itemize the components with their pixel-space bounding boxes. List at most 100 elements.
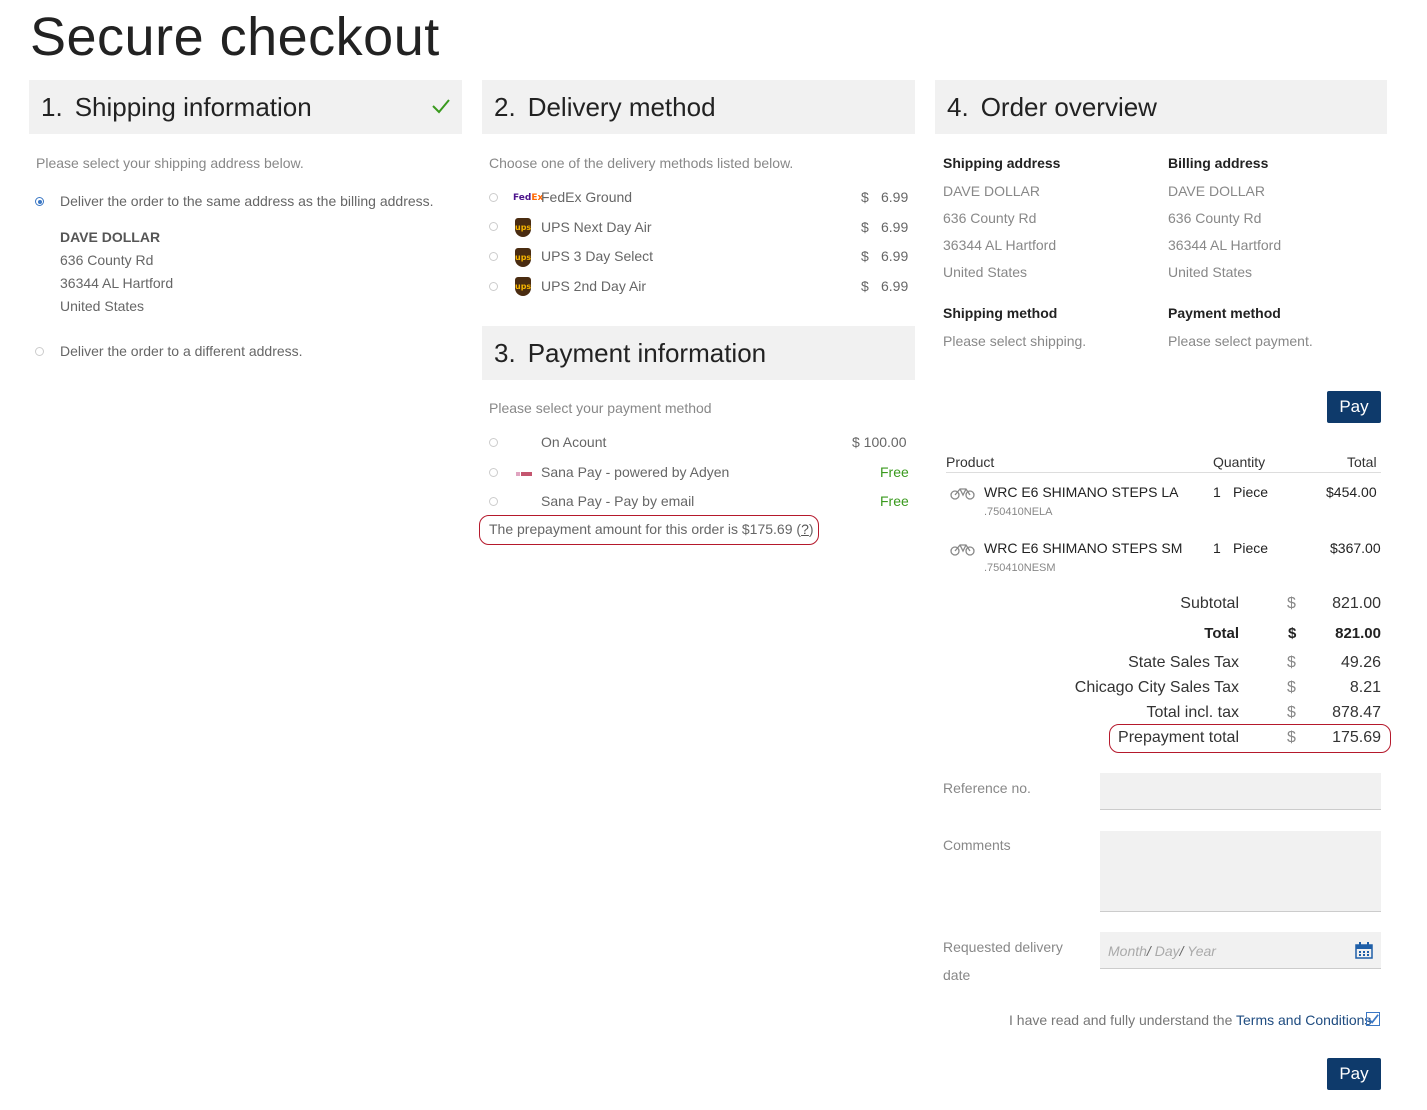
shipping-section-header: 1. Shipping information — [29, 80, 462, 134]
page-title: Secure checkout — [30, 7, 440, 67]
address-country: United States — [60, 298, 145, 314]
overview-shipping-address: DAVE DOLLAR 636 County Rd 36344 AL Hartf… — [943, 183, 1056, 280]
product-name[interactable]: WRC E6 SHIMANO STEPS LA — [984, 484, 1178, 500]
date-separator: / — [1179, 943, 1184, 959]
shipping-method-value: Please select shipping. — [943, 333, 1087, 349]
delivery-intro: Choose one of the delivery methods liste… — [489, 155, 794, 171]
address-street: 636 County Rd — [60, 252, 154, 268]
address-country: United States — [943, 264, 1028, 280]
terms-prefix: I have read and fully understand the — [1009, 1012, 1237, 1028]
payment-price: $ 100.00 — [852, 434, 907, 450]
delivery-currency: $ — [861, 189, 869, 205]
product-column-header: Product — [946, 454, 995, 470]
same-address-label[interactable]: Deliver the order to the same address as… — [60, 193, 434, 209]
comments-label: Comments — [943, 837, 1011, 853]
different-address-radio[interactable] — [35, 347, 44, 356]
payment-label[interactable]: Sana Pay - Pay by email — [541, 493, 694, 509]
total-column-header: Total — [1347, 454, 1377, 470]
product-sku: .750410NESM — [984, 562, 1056, 574]
payment-label[interactable]: On Acount — [541, 434, 606, 450]
delivery-radio-ups-next-day[interactable] — [489, 222, 498, 231]
payment-method-value: Please select payment. — [1168, 333, 1313, 349]
pay-button-top[interactable]: Pay — [1327, 391, 1381, 423]
address-name: DAVE DOLLAR — [60, 229, 161, 245]
delivery-radio-ups-3-day[interactable] — [489, 252, 498, 261]
payment-intro: Please select your payment method — [489, 400, 712, 416]
prepayment-note-text: The prepayment amount for this order is … — [489, 521, 802, 537]
date-placeholder: Month/ Day/ Year — [1108, 943, 1216, 959]
product-quantity: 1 — [1213, 484, 1221, 500]
product-total: $367.00 — [1330, 540, 1381, 556]
day-placeholder: Day — [1154, 943, 1180, 959]
address-city: 36344 AL Hartford — [1168, 237, 1282, 253]
payment-method-heading: Payment method — [1168, 305, 1281, 321]
address-name: DAVE DOLLAR — [1168, 183, 1265, 199]
check-icon — [432, 99, 450, 114]
table-divider — [946, 472, 1381, 473]
delivery-date-label: Requested delivery — [943, 939, 1063, 955]
product-total: $454.00 — [1326, 484, 1377, 500]
terms-checkbox[interactable] — [1366, 1012, 1380, 1026]
address-city: 36344 AL Hartford — [943, 237, 1057, 253]
delivery-price: 6.99 — [881, 278, 909, 294]
terms-link[interactable]: Terms and Conditions — [1236, 1012, 1371, 1028]
ups-icon: ups — [515, 218, 531, 237]
different-address-label[interactable]: Deliver the order to a different address… — [60, 343, 303, 359]
section-title: Payment information — [527, 337, 767, 368]
delivery-radio-fedex[interactable] — [489, 193, 498, 202]
year-placeholder: Year — [1187, 943, 1216, 959]
address-city: 36344 AL Hartford — [60, 275, 174, 291]
delivery-label[interactable]: FedEx Ground — [541, 189, 632, 205]
pay-button-bottom[interactable]: Pay — [1327, 1058, 1381, 1090]
delivery-radio-ups-2nd-day[interactable] — [489, 282, 498, 291]
total-label: Total — [1204, 625, 1239, 642]
prepayment-total-label: Prepayment total — [1118, 729, 1239, 746]
payment-label[interactable]: Sana Pay - powered by Adyen — [541, 464, 729, 480]
delivery-label[interactable]: UPS 2nd Day Air — [541, 278, 646, 294]
reference-input[interactable] — [1100, 773, 1381, 810]
section-number: 2. — [494, 91, 516, 122]
product-unit: Piece — [1233, 540, 1269, 556]
payment-radio-on-account[interactable] — [489, 438, 498, 447]
product-quantity: 1 — [1213, 540, 1221, 556]
quantity-column-header: Quantity — [1213, 454, 1266, 470]
same-address-radio[interactable] — [35, 197, 44, 206]
comments-textarea[interactable] — [1100, 831, 1381, 912]
total-incl-tax-label: Total incl. tax — [1146, 704, 1239, 721]
table-row: WRC E6 SHIMANO STEPS SM .750410NESM 1 Pi… — [946, 536, 1381, 580]
shipping-method-heading: Shipping method — [943, 305, 1058, 321]
payment-radio-sana-email[interactable] — [489, 497, 498, 506]
ups-icon: ups — [515, 277, 531, 296]
table-row: WRC E6 SHIMANO STEPS LA .750410NELA 1 Pi… — [946, 480, 1381, 524]
shipping-address-block: DAVE DOLLAR 636 County Rd 36344 AL Hartf… — [60, 229, 173, 314]
bike-icon — [950, 544, 975, 556]
bike-icon — [950, 488, 975, 500]
payment-radio-sana-adyen[interactable] — [489, 468, 498, 477]
address-country: United States — [1168, 264, 1253, 280]
product-name[interactable]: WRC E6 SHIMANO STEPS SM — [984, 540, 1182, 556]
date-separator: / — [1146, 943, 1151, 959]
state-tax-label: State Sales Tax — [1128, 654, 1239, 671]
delivery-label[interactable]: UPS 3 Day Select — [541, 248, 653, 264]
terms-text: I have read and fully understand the Ter… — [1009, 1012, 1371, 1028]
section-number: 1. — [41, 91, 63, 122]
section-title: Delivery method — [527, 91, 716, 122]
fedex-icon: FedEx — [513, 193, 544, 203]
prepayment-note-close: ) — [808, 521, 814, 537]
delivery-section-header: 2. Delivery method — [482, 80, 915, 134]
total-currency: $ — [1288, 625, 1297, 642]
product-sku: .750410NELA — [984, 506, 1053, 518]
subtotal-label: Subtotal — [1180, 595, 1239, 612]
subtotal-value: 821.00 — [1332, 595, 1381, 612]
sana-pay-icon — [516, 472, 532, 476]
delivery-price: 6.99 — [881, 189, 909, 205]
shipping-address-heading: Shipping address — [943, 155, 1061, 171]
delivery-label[interactable]: UPS Next Day Air — [541, 219, 651, 235]
section-number: 4. — [947, 91, 969, 122]
calendar-icon[interactable] — [1355, 942, 1373, 959]
delivery-price: 6.99 — [881, 248, 909, 264]
help-link[interactable]: ? — [801, 521, 809, 537]
ups-icon: ups — [515, 248, 531, 267]
prepayment-total-value: 175.69 — [1332, 729, 1381, 746]
address-street: 636 County Rd — [1168, 210, 1262, 226]
